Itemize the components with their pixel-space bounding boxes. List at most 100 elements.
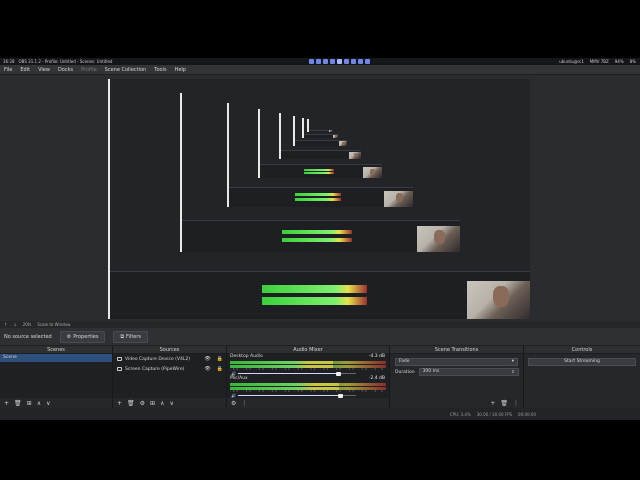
trash-icon[interactable]: 🗑 (14, 400, 22, 407)
cpu-usage: CPU: 3.4% (449, 411, 471, 417)
no-source-label: No source selected (4, 333, 52, 340)
sources-footer: + 🗑 ⚙ ⊞ ∧ ∨ (113, 398, 226, 408)
nested-meter (295, 198, 342, 202)
slider-knob[interactable] (338, 393, 344, 398)
controls-title: Controls (524, 346, 640, 354)
workspace-1[interactable] (309, 59, 314, 64)
nested-meter (282, 229, 352, 235)
nested-webcam (362, 167, 382, 179)
lock-icon[interactable]: 🔒 (217, 356, 223, 362)
volume-slider[interactable]: 🔊 (230, 393, 386, 398)
preview-area[interactable] (0, 75, 640, 321)
workspace-5[interactable] (337, 59, 342, 64)
mixer-channels: Desktop Audio -4.3 dB -60 -55 -50 -45 -40 … (227, 354, 389, 398)
more-icon[interactable]: ⋮ (513, 400, 519, 407)
menu-scene-collection[interactable]: Scene Collection (105, 67, 147, 73)
properties-label: Properties (73, 333, 99, 340)
audio-mixer-title: Audio Mixer (227, 346, 389, 354)
controls-body: Start Streaming (524, 354, 640, 398)
workspace-4[interactable] (330, 59, 335, 64)
menu-tools[interactable]: Tools (154, 67, 166, 73)
filters-button[interactable]: ⧉ Filters (113, 330, 149, 343)
level-meter (230, 387, 386, 390)
user-label: ubuntu@rc1 (559, 59, 584, 64)
start-streaming-button[interactable]: Start Streaming (528, 358, 636, 366)
duration-row: Duration 300 ms ⇕ (390, 368, 523, 376)
level-fill (230, 361, 333, 364)
obs-window: 16:28 OBS 31.1.2 - Profile: Untitled - S… (0, 58, 640, 420)
workspace-switcher[interactable] (309, 59, 370, 64)
recording-time: 00:00:00 (518, 411, 536, 417)
workspace-2[interactable] (316, 59, 321, 64)
workspace-9[interactable] (365, 59, 370, 64)
system-bar-left: 16:28 OBS 31.1.2 - Profile: Untitled - S… (0, 59, 300, 64)
mixer-channel: Desktop Audio -4.3 dB -60 -55 -50 -45 -40 … (227, 354, 389, 376)
transition-value: Fade (399, 359, 410, 364)
volume-slider[interactable]: 🔊 (230, 371, 386, 376)
status-item[interactable]: 20fs (23, 322, 32, 327)
scenes-list[interactable]: Scene (0, 354, 112, 398)
eye-icon[interactable]: 👁 (204, 356, 210, 362)
sources-list[interactable]: Video Capture Device (V4L2) 👁 🔒 Screen Capt… (113, 354, 226, 398)
preview-canvas[interactable] (108, 79, 530, 319)
level-meter (230, 383, 386, 386)
move-up-icon[interactable]: ∧ (160, 400, 164, 407)
status-item[interactable]: ↑ (4, 322, 7, 327)
menu-docks[interactable]: Docks (58, 67, 73, 73)
source-item[interactable]: Screen Capture (PipeWire) 👁 🔒 (113, 364, 226, 374)
level-meter (230, 361, 386, 364)
source-label: Screen Capture (PipeWire) (125, 366, 185, 372)
add-icon[interactable]: + (4, 400, 9, 407)
volume-indicator[interactable]: 8% (630, 59, 636, 64)
menubar: File Edit View Docks Profile Scene Collection… (0, 65, 640, 75)
clock: 16:28 (3, 59, 15, 64)
menu-help[interactable]: Help (175, 67, 186, 73)
nested-meter (304, 168, 335, 171)
source-label: Video Capture Device (V4L2) (125, 356, 191, 362)
workspace-8[interactable] (358, 59, 363, 64)
trash-icon[interactable]: 🗑 (500, 400, 508, 407)
status-item[interactable]: ↓ (13, 322, 16, 327)
duration-value: 300 ms (422, 369, 440, 374)
nested-webcam (348, 151, 362, 159)
menu-edit[interactable]: Edit (20, 67, 30, 73)
properties-icon[interactable]: ⊞ (27, 400, 32, 407)
transition-select[interactable]: Fade ▾ (395, 358, 518, 366)
duration-field[interactable]: 300 ms ⇕ (418, 368, 519, 376)
slider-fill (238, 373, 338, 374)
level-fill (230, 387, 340, 390)
eye-icon[interactable]: 👁 (204, 366, 210, 372)
workspace-6[interactable] (344, 59, 349, 64)
nested-face (434, 230, 446, 245)
workspace-3[interactable] (323, 59, 328, 64)
mixer-footer: ⚙ ⋮ (227, 398, 389, 408)
level-fill (230, 383, 340, 386)
nested-face (370, 168, 376, 175)
menu-file[interactable]: File (4, 67, 12, 73)
add-icon[interactable]: + (490, 400, 495, 407)
status-item[interactable]: Scale to Window (37, 322, 70, 327)
add-icon[interactable]: + (117, 400, 122, 407)
properties-button[interactable]: ⚙ Properties (59, 330, 106, 343)
menu-profile[interactable]: Profile (81, 67, 97, 73)
gear-icon[interactable]: ⚙ (231, 400, 236, 407)
move-down-icon[interactable]: ∨ (169, 400, 173, 407)
move-down-icon[interactable]: ∨ (46, 400, 50, 407)
nested-face (330, 130, 332, 132)
nested-webcam (417, 226, 461, 252)
more-icon[interactable]: ⋮ (241, 400, 247, 407)
trash-icon[interactable]: 🗑 (127, 400, 135, 407)
properties-icon[interactable]: ⊞ (150, 400, 155, 407)
move-up-icon[interactable]: ∧ (37, 400, 41, 407)
menu-view[interactable]: View (38, 67, 50, 73)
slider-fill (238, 395, 341, 396)
stepper-icon[interactable]: ⇕ (511, 369, 514, 375)
gear-icon[interactable]: ⚙ (140, 400, 145, 407)
level-fill (230, 365, 333, 368)
scene-item[interactable]: Scene (0, 354, 112, 362)
lock-icon[interactable]: 🔒 (217, 366, 223, 372)
workspace-7[interactable] (351, 59, 356, 64)
app-info: OBS 31.1.2 - Profile: Untitled - Scenes:… (18, 59, 113, 64)
source-item[interactable]: Video Capture Device (V4L2) 👁 🔒 (113, 354, 226, 364)
slider-knob[interactable] (335, 371, 341, 376)
